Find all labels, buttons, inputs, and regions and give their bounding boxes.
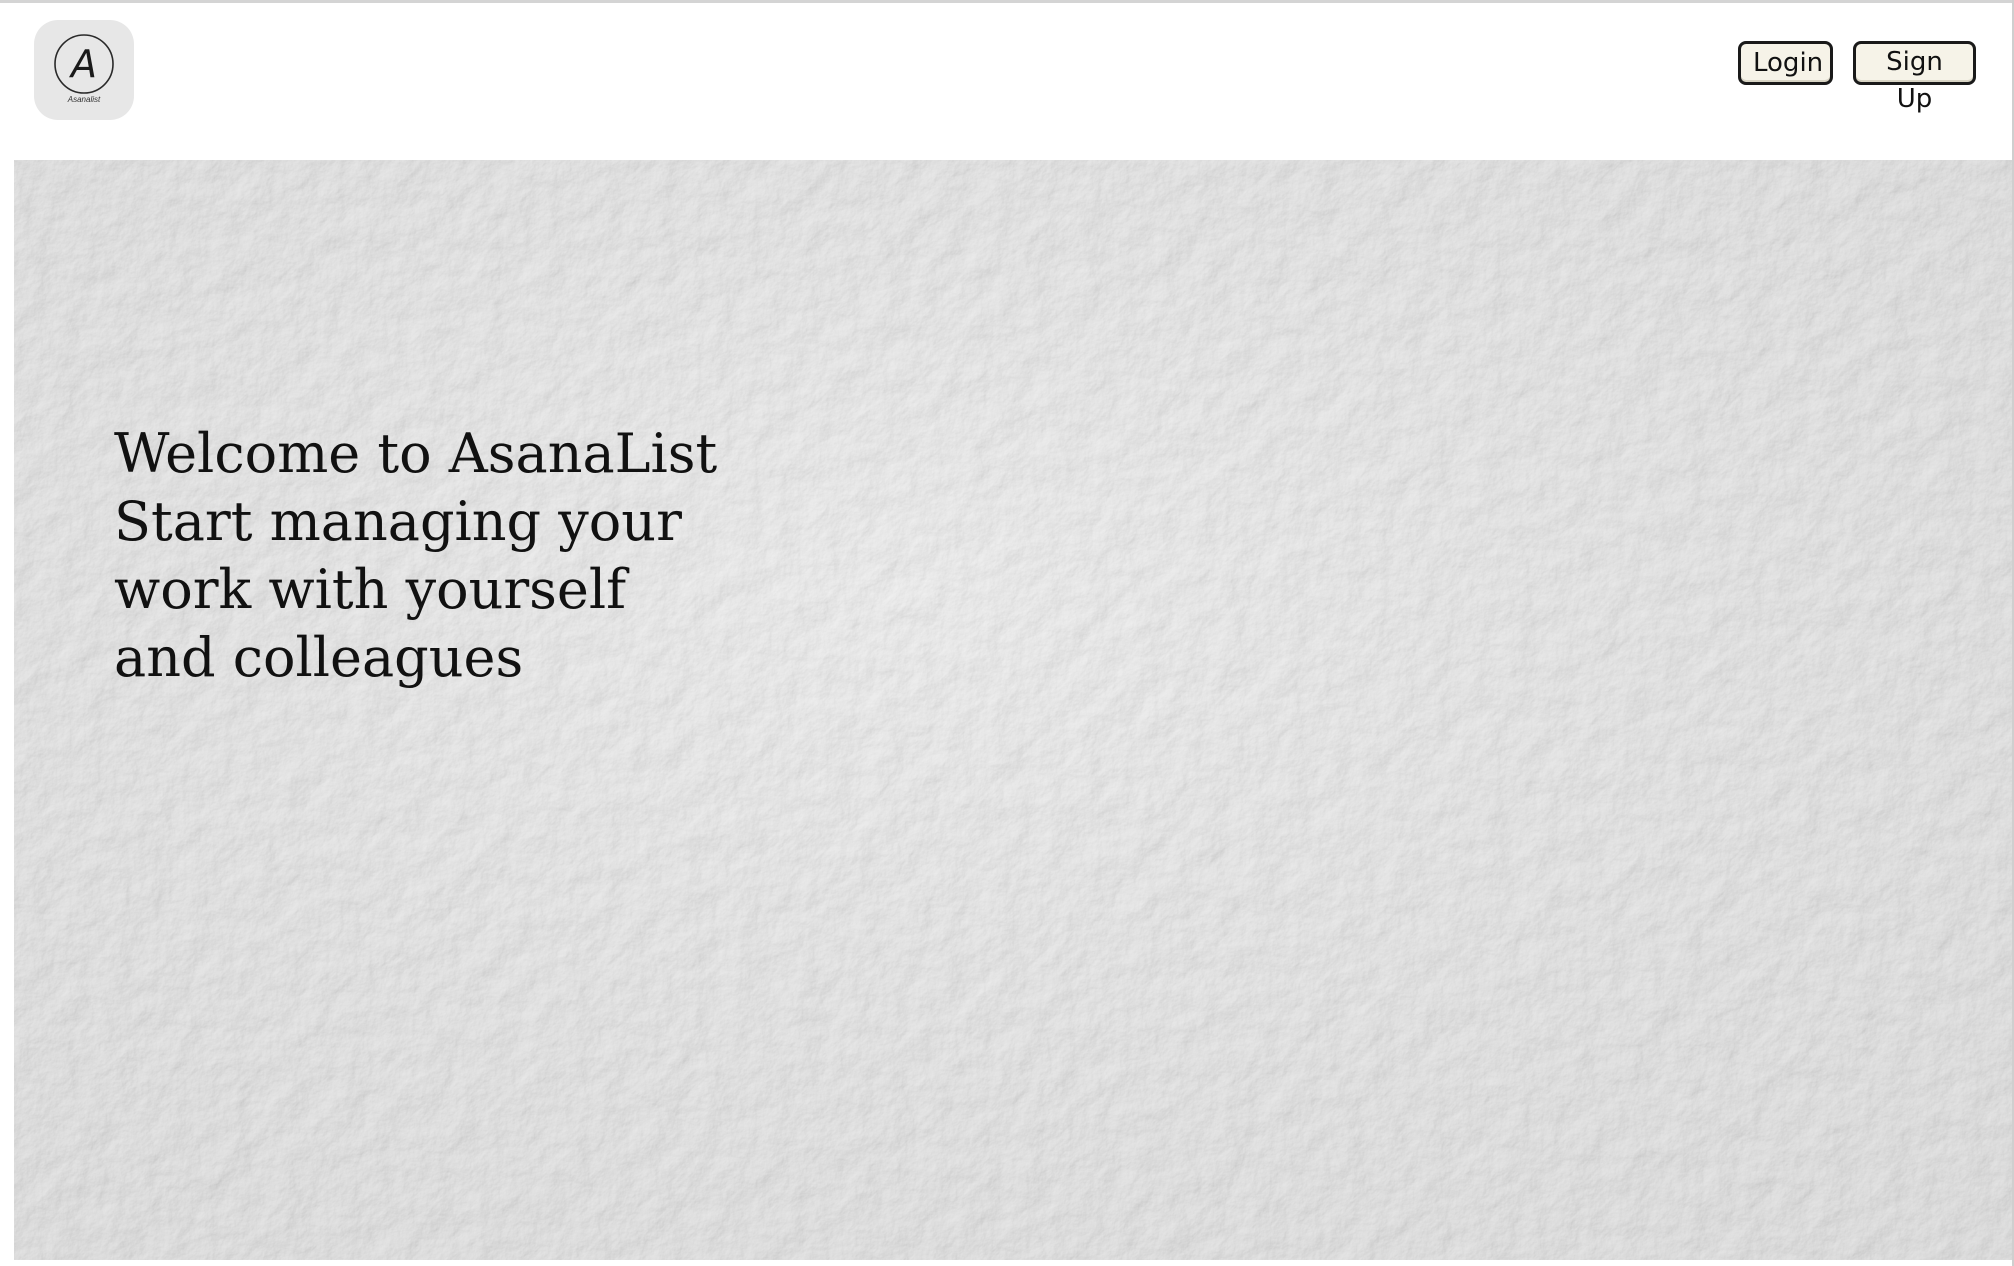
logo-a-icon: A — [54, 34, 114, 94]
hero-line-1: Welcome to AsanaList — [114, 422, 718, 485]
hero-line-4: and colleagues — [114, 626, 524, 689]
landing-page: A Asanalist Login Sign Up Welcome to Asa… — [0, 0, 2014, 1266]
hero-heading: Welcome to AsanaList Start managing your… — [114, 420, 717, 692]
site-header: A Asanalist Login Sign Up — [0, 3, 2012, 160]
sign-up-button[interactable]: Sign Up — [1853, 41, 1976, 114]
hero-line-2: Start managing your — [114, 490, 682, 553]
logo[interactable]: A Asanalist — [34, 20, 134, 120]
login-button[interactable]: Login — [1738, 41, 1833, 85]
logo-wordmark: Asanalist — [67, 95, 101, 104]
hero-section: Welcome to AsanaList Start managing your… — [14, 160, 2012, 1260]
plaster-texture-background — [14, 160, 2012, 1260]
logo-letter: A — [68, 42, 97, 86]
hero-line-3: work with yourself — [114, 558, 627, 621]
